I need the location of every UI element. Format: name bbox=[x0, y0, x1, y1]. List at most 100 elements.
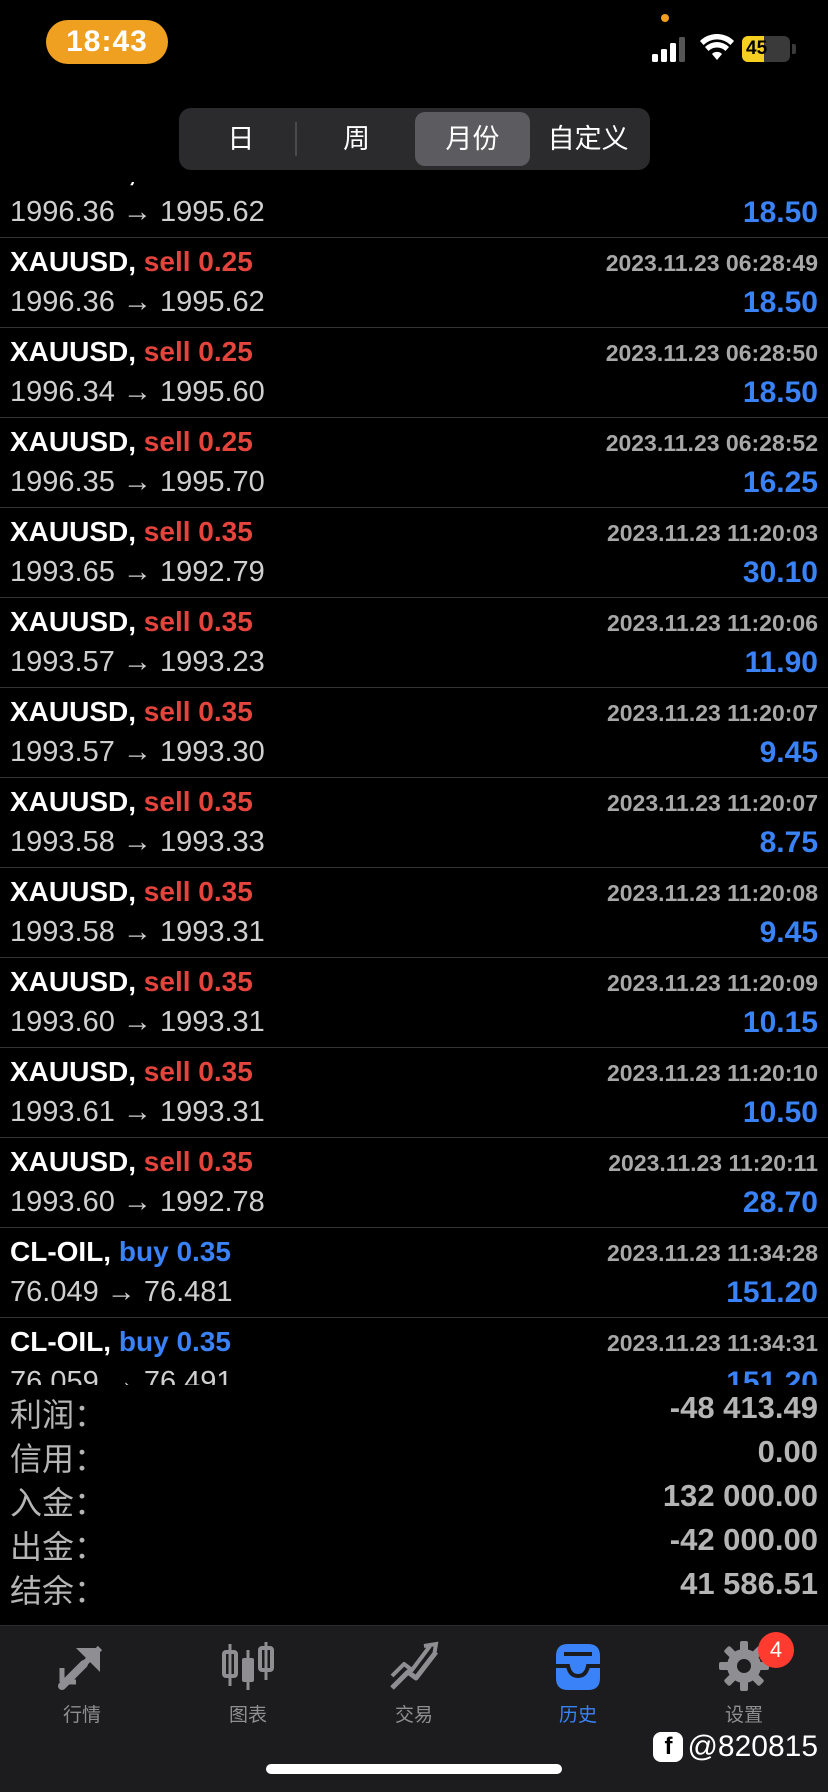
trade-profit: 10.15 bbox=[742, 1006, 818, 1039]
trade-history-list[interactable]: XAUUSD, sell 0.25 1996.36 → 1995.62 2023.1… bbox=[0, 182, 828, 1385]
trade-prices: 1996.36 → 1995.62 bbox=[10, 196, 265, 228]
nav-label: 行情 bbox=[62, 1705, 101, 1726]
tab-day[interactable]: 日 bbox=[183, 112, 299, 166]
trade-side: buy bbox=[118, 1236, 169, 1267]
trade-row[interactable]: XAUUSD, sell 0.35 1993.58 → 1993.31 2023.1… bbox=[0, 868, 828, 958]
trade-side: sell bbox=[143, 606, 191, 637]
nav-settings[interactable]: 4 设置 bbox=[684, 1632, 804, 1738]
trade-prices: 1993.57 → 1993.30 bbox=[10, 736, 265, 768]
symbol-name: XAUUSD, bbox=[10, 1146, 137, 1177]
trade-symbol: CL-OIL, buy 0.35 bbox=[10, 1236, 231, 1268]
trade-datetime: 2023.11.23 11:20:09 bbox=[606, 970, 818, 996]
watermark-logo-icon: f bbox=[653, 1732, 684, 1762]
trade-row[interactable]: XAUUSD, sell 0.25 1996.36 → 1995.62 2023.1… bbox=[0, 238, 828, 328]
trade-prices: 1996.35 → 1995.70 bbox=[10, 466, 265, 498]
symbol-name: XAUUSD, bbox=[10, 336, 137, 367]
watermark-text: @820815 bbox=[687, 1730, 818, 1763]
trade-side: sell bbox=[143, 1056, 191, 1087]
trade-row[interactable]: XAUUSD, sell 0.35 1993.58 → 1993.33 2023.1… bbox=[0, 778, 828, 868]
nav-label: 交易 bbox=[394, 1705, 433, 1726]
trade-datetime: 2023.11.23 06:28:49 bbox=[606, 182, 818, 187]
trade-volume: 0.25 bbox=[198, 246, 253, 277]
trade-row[interactable]: XAUUSD, sell 0.35 1993.60 → 1992.78 2023.1… bbox=[0, 1138, 828, 1228]
trade-profit: 18.50 bbox=[742, 286, 818, 319]
nav-history[interactable]: 历史 bbox=[518, 1638, 638, 1738]
trade-symbol: XAUUSD, sell 0.25 bbox=[10, 182, 253, 188]
history-inbox-icon bbox=[556, 1644, 600, 1690]
trade-row[interactable]: XAUUSD, sell 0.35 1993.61 → 1993.31 2023.1… bbox=[0, 1048, 828, 1138]
summary-value: 132 000.00 bbox=[662, 1478, 818, 1513]
battery-cap bbox=[792, 44, 796, 54]
trade-prices: 1993.65 → 1992.79 bbox=[10, 556, 265, 588]
trade-row[interactable]: XAUUSD, sell 0.35 1993.57 → 1993.23 2023.1… bbox=[0, 598, 828, 688]
trade-symbol: XAUUSD, sell 0.35 bbox=[10, 966, 253, 998]
summary-label: 出金： bbox=[10, 1529, 107, 1565]
trade-row[interactable]: XAUUSD, sell 0.25 1996.34 → 1995.60 2023.1… bbox=[0, 328, 828, 418]
trade-volume: 0.35 bbox=[198, 1056, 253, 1087]
trade-row[interactable]: CL-OIL, buy 0.35 76.059 → 76.491 2023.11.2… bbox=[0, 1318, 828, 1385]
nav-chart[interactable]: 图表 bbox=[188, 1638, 308, 1738]
trade-profit: 151.20 bbox=[726, 1366, 818, 1385]
trade-prices: 1993.60 → 1993.31 bbox=[10, 1006, 265, 1038]
trade-prices: 76.049 → 76.481 bbox=[10, 1276, 233, 1308]
privacy-indicator-dot bbox=[661, 14, 669, 22]
trade-datetime: 2023.11.23 11:20:06 bbox=[606, 610, 818, 636]
account-summary: 利润： -48 413.49 信用： 0.00 入金： 132 000.00 出… bbox=[0, 1388, 828, 1609]
home-indicator[interactable] bbox=[266, 1764, 562, 1774]
trade-prices: 1993.61 → 1993.31 bbox=[10, 1096, 265, 1128]
nav-quotes[interactable]: 行情 bbox=[22, 1638, 142, 1738]
watermark: f @820815 bbox=[653, 1730, 818, 1764]
symbol-name: XAUUSD, bbox=[10, 426, 137, 457]
symbol-name: XAUUSD, bbox=[10, 696, 137, 727]
nav-trade[interactable]: 交易 bbox=[354, 1638, 474, 1738]
trade-profit: 9.45 bbox=[759, 736, 818, 769]
tab-week[interactable]: 周 bbox=[299, 112, 415, 166]
trade-row[interactable]: XAUUSD, sell 0.25 1996.35 → 1995.70 2023.1… bbox=[0, 418, 828, 508]
nav-label: 图表 bbox=[228, 1705, 267, 1726]
trade-symbol: XAUUSD, sell 0.35 bbox=[10, 516, 253, 548]
trade-volume: 0.35 bbox=[198, 966, 253, 997]
trade-row[interactable]: XAUUSD, sell 0.25 1996.36 → 1995.62 2023.1… bbox=[0, 182, 828, 238]
trade-row[interactable]: CL-OIL, buy 0.35 76.049 → 76.481 2023.11.2… bbox=[0, 1228, 828, 1318]
summary-value: -42 000.00 bbox=[669, 1522, 818, 1557]
symbol-name: XAUUSD, bbox=[10, 182, 136, 187]
status-time: 18:43 bbox=[46, 20, 168, 64]
trade-side: sell bbox=[143, 696, 191, 727]
trade-symbol: XAUUSD, sell 0.35 bbox=[10, 876, 253, 908]
trade-volume: 0.35 bbox=[198, 516, 253, 547]
summary-value: 41 586.51 bbox=[680, 1566, 818, 1601]
trade-side: sell bbox=[143, 336, 191, 367]
tab-divider bbox=[295, 122, 297, 156]
trade-symbol: XAUUSD, sell 0.35 bbox=[10, 696, 253, 728]
trade-side: sell bbox=[143, 1146, 191, 1177]
symbol-name: CL-OIL, bbox=[10, 1326, 112, 1357]
status-bar: 18:43 45 bbox=[0, 0, 828, 90]
trade-symbol: CL-OIL, buy 0.35 bbox=[10, 1326, 231, 1358]
trade-volume: 0.25 bbox=[198, 182, 253, 187]
period-segmented-control: 日 周 月份 自定义 bbox=[179, 108, 650, 170]
trade-side: sell bbox=[143, 876, 191, 907]
trade-prices: 1993.58 → 1993.31 bbox=[10, 916, 265, 948]
trade-prices: 1996.36 → 1995.62 bbox=[10, 286, 265, 318]
tab-month[interactable]: 月份 bbox=[414, 112, 531, 166]
symbol-name: XAUUSD, bbox=[10, 246, 137, 277]
trade-profit: 11.90 bbox=[744, 646, 818, 679]
trade-row[interactable]: XAUUSD, sell 0.35 1993.65 → 1992.79 2023.1… bbox=[0, 508, 828, 598]
trade-datetime: 2023.11.23 11:34:28 bbox=[606, 1240, 818, 1266]
trade-prices: 1993.57 → 1993.23 bbox=[10, 646, 265, 678]
trade-datetime: 2023.11.23 06:28:49 bbox=[605, 250, 818, 276]
cellular-signal-icon bbox=[652, 37, 685, 62]
symbol-name: XAUUSD, bbox=[10, 516, 137, 547]
summary-value: -48 413.49 bbox=[669, 1390, 818, 1425]
summary-row-credit: 信用： 0.00 bbox=[0, 1432, 828, 1477]
trade-row[interactable]: XAUUSD, sell 0.35 1993.57 → 1993.30 2023.1… bbox=[0, 688, 828, 778]
trade-profit: 28.70 bbox=[742, 1186, 818, 1219]
trade-row[interactable]: XAUUSD, sell 0.35 1993.60 → 1993.31 2023.1… bbox=[0, 958, 828, 1048]
trade-profit: 30.10 bbox=[742, 556, 818, 589]
trade-profit: 151.20 bbox=[726, 1276, 818, 1309]
trade-volume: 0.35 bbox=[198, 876, 253, 907]
tab-custom[interactable]: 自定义 bbox=[530, 112, 646, 166]
trade-datetime: 2023.11.23 11:20:11 bbox=[608, 1150, 818, 1176]
trade-volume: 0.35 bbox=[176, 1236, 231, 1267]
quotes-icon bbox=[58, 1645, 103, 1690]
